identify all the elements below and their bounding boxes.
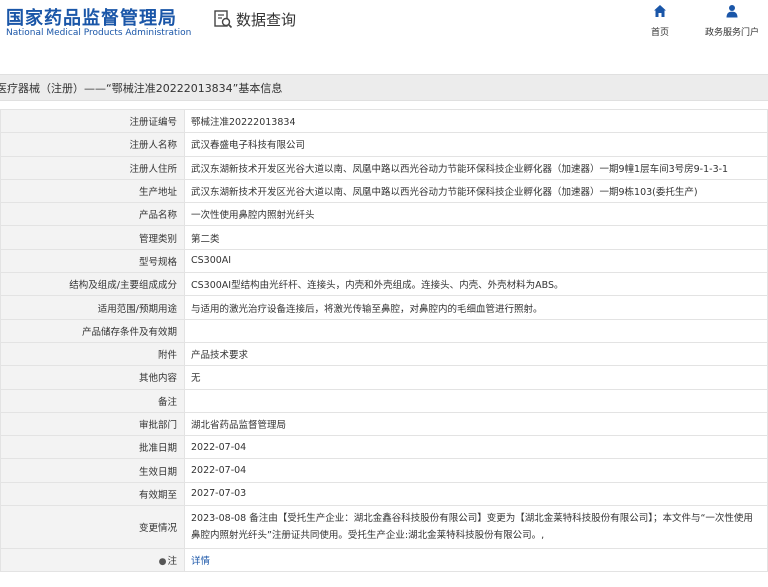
logo-title[interactable]: 国家药品监督管理局	[6, 4, 177, 30]
field-value: 无	[184, 365, 768, 390]
field-value: 与适用的激光治疗设备连接后，将激光传输至鼻腔，对鼻腔内的毛细血管进行照射。	[184, 295, 768, 320]
field-label: 产品储存条件及有效期	[0, 318, 185, 343]
field-label: 生产地址	[0, 178, 185, 204]
field-value: 2022-07-04	[184, 458, 768, 483]
data-query-heading: 数据查询	[213, 8, 296, 30]
home-icon	[648, 4, 672, 21]
record-title-bar: 医疗器械（注册）——“鄂械注准20222013834”基本信息	[0, 74, 768, 101]
field-value: 第二类	[184, 225, 768, 250]
field-value	[184, 388, 768, 413]
field-label: 适用范围/预期用途	[0, 295, 185, 320]
nav-gov-service[interactable]: 政务服务门户	[700, 4, 764, 38]
field-value: 2022-07-04	[184, 435, 768, 460]
field-value: 2023-08-08 备注由【受托生产企业：湖北金鑫谷科技股份有限公司】变更为【…	[184, 505, 768, 550]
field-value: CS300AI	[184, 248, 768, 274]
site-header: 国家药品监督管理局 National Medical Products Admi…	[0, 0, 768, 58]
table-row: 产品储存条件及有效期	[0, 318, 768, 343]
field-label: 审批部门	[0, 411, 185, 437]
nav-home-label: 首页	[650, 28, 669, 38]
field-value: 湖北省药品监督管理局	[184, 411, 768, 437]
field-value: 产品技术要求	[184, 341, 768, 367]
field-label: 附件	[0, 341, 185, 367]
field-label: 变更情况	[0, 505, 185, 550]
table-row: 批准日期 2022-07-04	[0, 435, 768, 460]
table-row: 生产地址 武汉东湖新技术开发区光谷大道以南、凤凰中路以西光谷动力节能环保科技企业孵…	[0, 178, 768, 204]
field-value: 鄂械注准20222013834	[184, 108, 768, 134]
data-query-label: 数据查询	[236, 10, 297, 29]
field-label: 注册人住所	[0, 155, 185, 180]
field-label: 生效日期	[0, 458, 185, 483]
table-row: 适用范围/预期用途 与适用的激光治疗设备连接后，将激光传输至鼻腔，对鼻腔内的毛细血…	[0, 295, 768, 320]
table-row: 审批部门 湖北省药品监督管理局	[0, 411, 768, 437]
field-value: 武汉东湖新技术开发区光谷大道以南、凤凰中路以西光谷动力节能环保科技企业孵化器（加…	[184, 155, 768, 180]
field-value: 2027-07-03	[184, 481, 768, 507]
note-label-cell: ●注	[0, 548, 185, 573]
nav-home[interactable]: 首页	[648, 4, 672, 38]
field-label: 其他内容	[0, 365, 185, 390]
table-row: 注册人名称 武汉春盛电子科技有限公司	[0, 132, 768, 157]
table-row: 有效期至 2027-07-03	[0, 481, 768, 507]
table-row: 备注	[0, 388, 768, 413]
note-value-cell: 详情	[184, 548, 768, 573]
user-icon	[700, 4, 764, 21]
field-label: 管理类别	[0, 225, 185, 250]
field-label: 产品名称	[0, 202, 185, 227]
field-label: 型号规格	[0, 248, 185, 274]
search-document-icon	[213, 9, 233, 29]
field-label: 注册证编号	[0, 108, 185, 134]
field-label: 备注	[0, 388, 185, 413]
table-row: 附件 产品技术要求	[0, 341, 768, 367]
table-row: 结构及组成/主要组成成分 CS300AI型结构由光纤杆、连接头，内壳和外壳组成。连…	[0, 272, 768, 297]
field-label: 有效期至	[0, 481, 185, 507]
field-label: 结构及组成/主要组成成分	[0, 272, 185, 297]
table-row: 变更情况 2023-08-08 备注由【受托生产企业：湖北金鑫谷科技股份有限公司】…	[0, 505, 768, 550]
pin-icon: ●	[158, 557, 167, 568]
field-label: 批准日期	[0, 435, 185, 460]
logo-subtitle: National Medical Products Administration	[6, 28, 192, 38]
table-row: 生效日期 2022-07-04	[0, 458, 768, 483]
field-value	[184, 318, 768, 343]
table-row: 型号规格 CS300AI	[0, 248, 768, 274]
table-row: 其他内容无	[0, 365, 768, 390]
table-row: 注册人住所 武汉东湖新技术开发区光谷大道以南、凤凰中路以西光谷动力节能环保科技企业…	[0, 155, 768, 180]
device-info-table: 注册证编号 鄂械注准20222013834 注册人名称 武汉春盛电子科技有限公司 注…	[0, 108, 768, 573]
field-value: CS300AI型结构由光纤杆、连接头，内壳和外壳组成。连接头、内壳、外壳材料为A…	[184, 272, 768, 297]
details-link[interactable]: 详情	[191, 556, 210, 567]
nav-gov-label: 政务服务门户	[704, 28, 759, 38]
note-label: 注	[167, 556, 177, 568]
field-value: 武汉春盛电子科技有限公司	[184, 132, 768, 157]
field-label: 注册人名称	[0, 132, 185, 157]
table-row: 产品名称 一次性使用鼻腔内照射光纤头	[0, 202, 768, 227]
table-row: 注册证编号 鄂械注准20222013834	[0, 108, 768, 134]
field-value: 武汉东湖新技术开发区光谷大道以南、凤凰中路以西光谷动力节能环保科技企业孵化器（加…	[184, 178, 768, 204]
note-row: ●注 详情	[0, 548, 768, 573]
field-value: 一次性使用鼻腔内照射光纤头	[184, 202, 768, 227]
table-row: 管理类别 第二类	[0, 225, 768, 250]
record-title: 医疗器械（注册）——“鄂械注准20222013834”基本信息	[0, 82, 283, 95]
